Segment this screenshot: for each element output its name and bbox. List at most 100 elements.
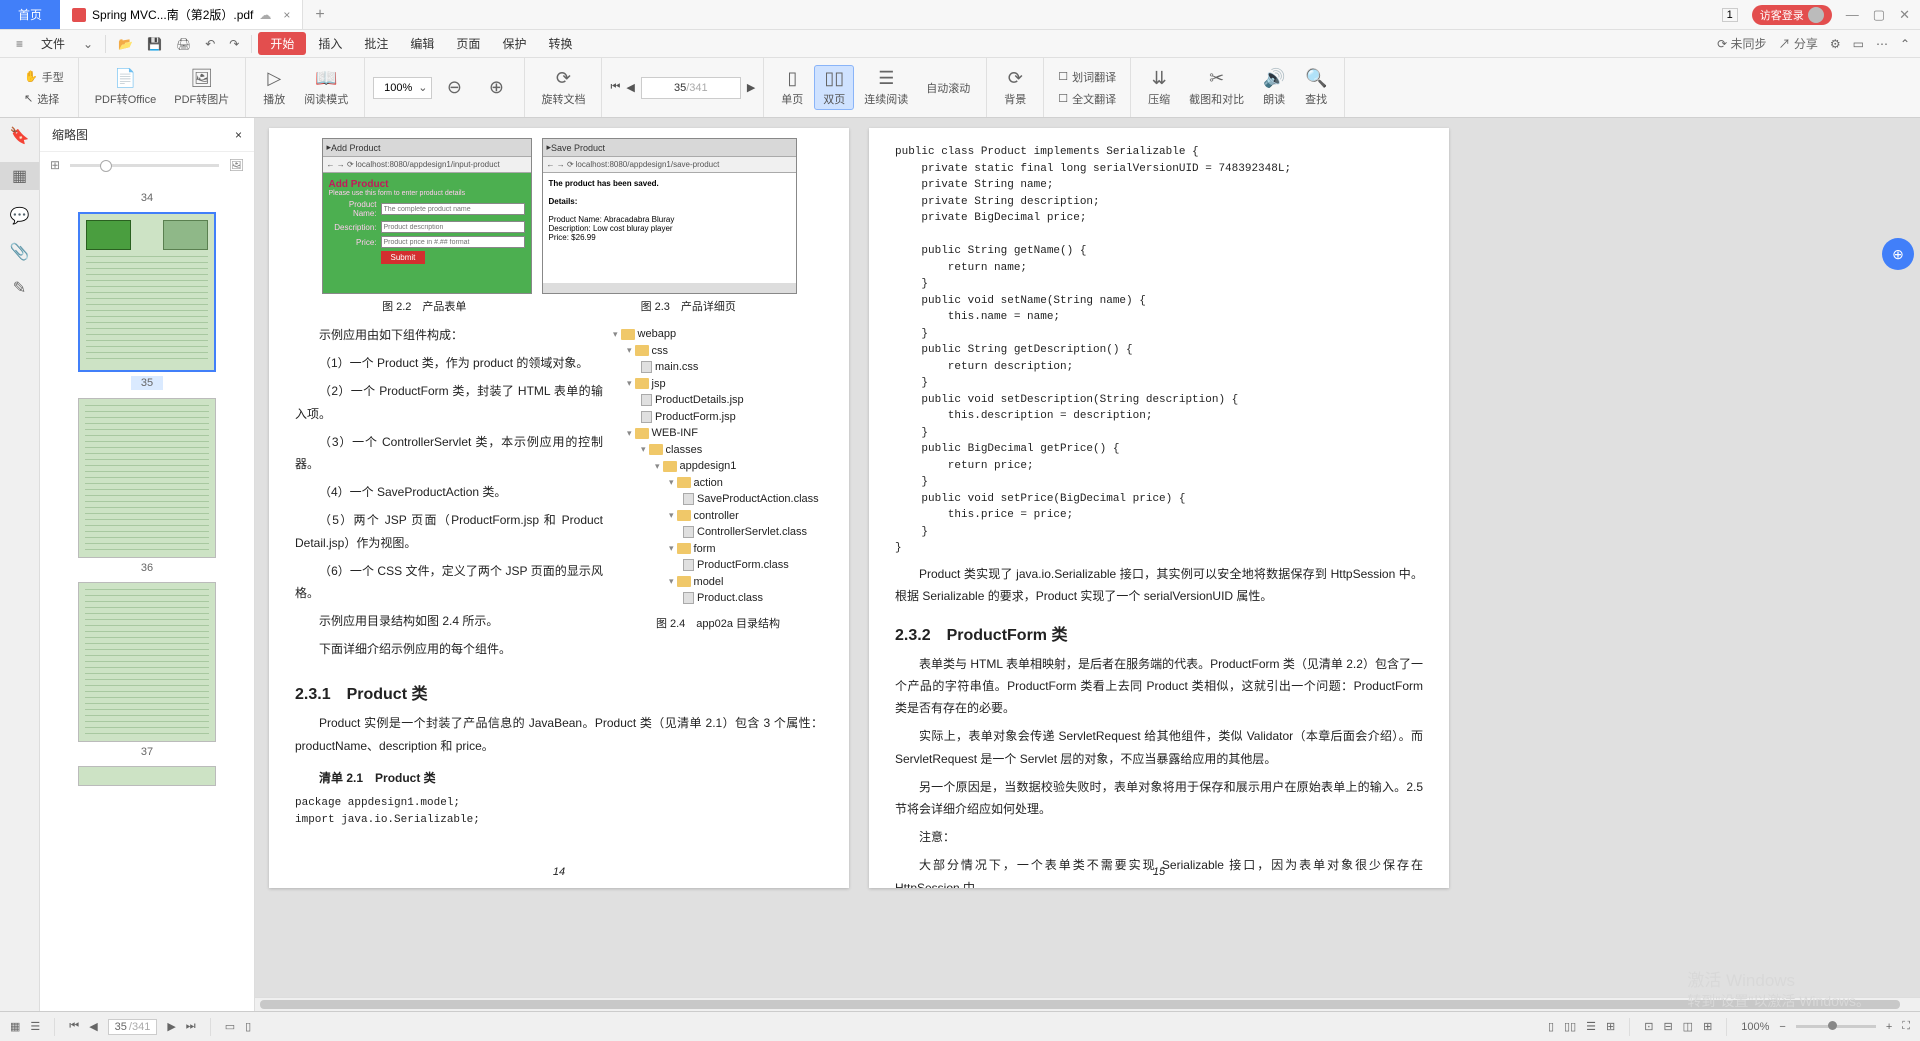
share-button[interactable]: ↗ 分享	[1778, 35, 1817, 52]
zoom-out-icon[interactable]: ⊖	[434, 73, 474, 102]
sb-fullscreen-icon[interactable]: ⛶	[1902, 1020, 1910, 1033]
maximize-icon[interactable]: ▢	[1873, 7, 1885, 23]
sb-next-page-icon[interactable]: ▶	[167, 1020, 175, 1033]
minimize-icon[interactable]: —	[1846, 7, 1859, 22]
single-page-button[interactable]: ▯单页	[772, 64, 812, 111]
tab-home[interactable]: 首页	[0, 0, 60, 29]
zoom-input[interactable]: ⌄	[373, 77, 432, 99]
word-translate-button[interactable]: ☐划词翻译	[1052, 67, 1122, 87]
menu-protect[interactable]: 保护	[492, 35, 536, 52]
sb-zoom-slider[interactable]	[1796, 1025, 1876, 1028]
sb-zoom-out-icon[interactable]: −	[1779, 1021, 1785, 1033]
pdf-to-office-button[interactable]: 📄PDF转Office	[87, 64, 165, 111]
listing-21-title: 清单 2.1 Product 类	[319, 767, 823, 789]
menu-insert[interactable]: 插入	[308, 35, 352, 52]
close-panel-icon[interactable]: ×	[235, 128, 242, 142]
sb-panel-icon[interactable]: ▦	[10, 1020, 20, 1033]
tab-document[interactable]: Spring MVC...南（第2版）.pdf ☁ ×	[60, 0, 303, 29]
menu-page[interactable]: 页面	[446, 35, 490, 52]
thumb-page-num: 35	[131, 376, 163, 390]
collapse-ribbon-icon[interactable]: ⌃	[1900, 37, 1910, 51]
thumb-grid-icon[interactable]: ⊞	[50, 158, 60, 172]
figure-caption-23: 图 2.3 产品详细页	[641, 298, 736, 314]
thumbnails-tab-icon[interactable]: ▦	[0, 162, 39, 190]
sync-status[interactable]: ⟳ 未同步	[1717, 35, 1766, 52]
sb-layout-3-icon[interactable]: ☰	[1586, 1020, 1596, 1033]
sb-first-page-icon[interactable]: ⏮	[69, 1020, 79, 1033]
login-button[interactable]: 访客登录	[1752, 5, 1832, 25]
first-page-icon[interactable]: ⏮	[610, 81, 620, 94]
select-tool[interactable]: ↖选择	[18, 89, 70, 109]
hand-tool[interactable]: ✋手型	[18, 67, 70, 87]
sb-zoom-in-icon[interactable]: +	[1886, 1021, 1892, 1033]
hamburger-icon[interactable]: ≡	[10, 37, 29, 51]
page-number-input[interactable]: 35/341	[641, 77, 741, 99]
continuous-button[interactable]: ☰连续阅读	[856, 64, 916, 111]
pdf-icon	[72, 8, 86, 22]
more-icon[interactable]: ⋯	[1876, 37, 1888, 51]
sb-fit-3-icon[interactable]: ◫	[1683, 1020, 1693, 1033]
thumb-size-slider[interactable]	[70, 164, 219, 167]
pdf-to-image-button[interactable]: 🖼PDF转图片	[166, 64, 237, 111]
settings-icon[interactable]: ⚙	[1830, 37, 1841, 51]
thumbnail-36[interactable]: 36	[50, 398, 244, 574]
sb-layout-4-icon[interactable]: ⊞	[1606, 1020, 1615, 1033]
new-tab-button[interactable]: +	[303, 6, 336, 24]
bookmark-tab-icon[interactable]: 🔖	[10, 126, 30, 146]
sb-list-icon[interactable]: ☰	[30, 1020, 40, 1033]
undo-icon[interactable]: ↶	[199, 37, 221, 51]
thumbnail-35[interactable]: 35	[50, 212, 244, 398]
close-tab-icon[interactable]: ×	[283, 8, 290, 22]
menu-file[interactable]: 文件	[31, 35, 75, 52]
print-icon[interactable]: 🖨	[170, 37, 197, 51]
sb-last-page-icon[interactable]: ⏭	[186, 1020, 196, 1033]
autoscroll-button[interactable]: 自动滚动	[918, 76, 978, 100]
sb-layout-1-icon[interactable]: ▯	[1548, 1020, 1554, 1033]
menu-review[interactable]: 批注	[354, 35, 398, 52]
sb-view-icon[interactable]: ▭	[225, 1020, 235, 1033]
sb-fit-1-icon[interactable]: ⊡	[1644, 1020, 1653, 1033]
background-button[interactable]: ⟳背景	[995, 64, 1035, 111]
sb-layout-2-icon[interactable]: ▯▯	[1564, 1020, 1576, 1033]
zoom-in-icon[interactable]: ⊕	[476, 73, 516, 102]
menu-convert[interactable]: 转换	[538, 35, 582, 52]
read-mode-button[interactable]: 📖阅读模式	[296, 64, 356, 111]
play-button[interactable]: ▷播放	[254, 64, 294, 111]
thumb-image-icon[interactable]: 🖼	[229, 158, 244, 172]
sb-page-input[interactable]: 35/341	[108, 1019, 158, 1035]
full-translate-button[interactable]: ☐全文翻译	[1052, 89, 1122, 109]
prev-page-icon[interactable]: ◀	[626, 81, 634, 94]
comment-tab-icon[interactable]: 💬	[10, 206, 30, 226]
menu-start[interactable]: 开始	[258, 32, 306, 55]
screenshot-button[interactable]: ✂截图和对比	[1181, 64, 1252, 111]
horizontal-scrollbar[interactable]	[255, 997, 1920, 1011]
chevron-down-icon[interactable]: ⌄	[77, 37, 99, 51]
close-window-icon[interactable]: ✕	[1899, 7, 1910, 23]
thumbnails-list[interactable]: 34 35 36 37	[40, 178, 254, 1011]
menu-edit[interactable]: 编辑	[400, 35, 444, 52]
attachment-tab-icon[interactable]: 📎	[10, 242, 30, 262]
save-icon[interactable]: 💾	[141, 37, 168, 51]
sb-fit-2-icon[interactable]: ⊟	[1663, 1020, 1672, 1033]
open-icon[interactable]: 📂	[112, 37, 139, 51]
compress-button[interactable]: ⇊压缩	[1139, 64, 1179, 111]
find-button[interactable]: 🔍查找	[1296, 64, 1336, 111]
thumbnail-37[interactable]: 37	[50, 582, 244, 758]
page-15: public class Product implements Serializ…	[869, 128, 1449, 888]
sb-fit-4-icon[interactable]: ⊞	[1703, 1020, 1712, 1033]
thumbnail-38[interactable]	[50, 766, 244, 786]
redo-icon[interactable]: ↷	[223, 37, 245, 51]
sb-zoom-value[interactable]: 100%	[1741, 1021, 1769, 1033]
next-page-icon[interactable]: ▶	[747, 81, 755, 94]
skin-icon[interactable]: ▭	[1853, 37, 1864, 51]
sb-view-icon-2[interactable]: ▯	[245, 1020, 251, 1033]
document-viewport[interactable]: ⊕ ▸ Add Product ← → ⟳ localhost:8080/app…	[255, 118, 1920, 1011]
rotate-button[interactable]: ⟳旋转文档	[533, 64, 593, 111]
avatar-icon	[1808, 7, 1824, 23]
floating-assist-button[interactable]: ⊕	[1882, 238, 1914, 270]
signature-tab-icon[interactable]: ✎	[13, 278, 26, 298]
double-page-button[interactable]: ▯▯双页	[814, 65, 854, 110]
window-count[interactable]: 1	[1722, 8, 1738, 22]
read-aloud-button[interactable]: 🔊朗读	[1254, 64, 1294, 111]
sb-prev-page-icon[interactable]: ◀	[89, 1020, 97, 1033]
